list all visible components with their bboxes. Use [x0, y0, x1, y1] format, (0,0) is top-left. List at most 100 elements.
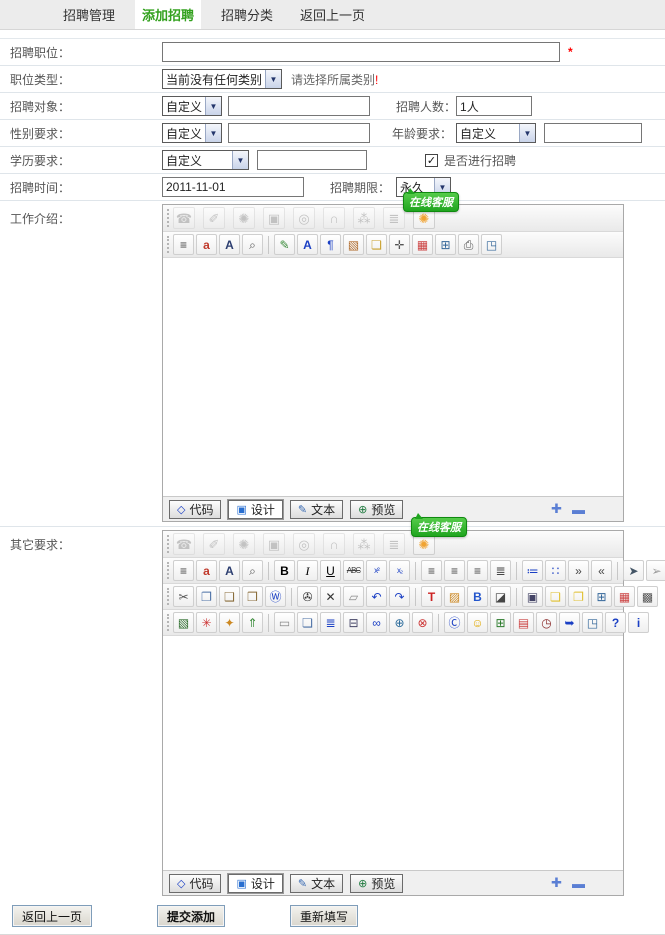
excel-icon[interactable]: ⊞	[490, 612, 511, 633]
target-select[interactable]: 自定义 ▼	[162, 96, 222, 116]
editor-tab-text[interactable]: ✎文本	[290, 874, 343, 893]
align-right-icon[interactable]: ≡	[467, 560, 488, 581]
bold-icon[interactable]: B	[274, 560, 295, 581]
paragraph-format-icon[interactable]: ≡	[173, 234, 194, 255]
info-icon[interactable]: i	[628, 612, 649, 633]
superscript-icon[interactable]: x²	[366, 560, 387, 581]
font-size-icon[interactable]: A	[219, 560, 240, 581]
bring-front-icon[interactable]: ❏	[545, 586, 566, 607]
editor-tab-text[interactable]: ✎文本	[290, 500, 343, 519]
eraser-icon[interactable]: ▱	[343, 586, 364, 607]
align-justify-icon[interactable]: ≣	[490, 560, 511, 581]
export-icon[interactable]: ➥	[559, 612, 580, 633]
tab-add-recruitment[interactable]: 添加招聘	[135, 0, 201, 29]
underline-icon[interactable]: U	[320, 560, 341, 581]
expand-editor-icon[interactable]: ✚	[551, 875, 562, 891]
editor-tab-preview[interactable]: ⊕预览	[350, 874, 403, 893]
job-intro-editor-content[interactable]	[163, 258, 623, 496]
education-select[interactable]: 自定义 ▼	[162, 150, 249, 170]
recruit-time-input[interactable]	[162, 177, 304, 197]
outdent-icon[interactable]: «	[591, 560, 612, 581]
shrink-editor-icon[interactable]: ▬	[572, 502, 585, 517]
select-cursor-alt-icon[interactable]: ➢	[646, 560, 665, 581]
border-icon[interactable]: ▣	[522, 586, 543, 607]
job-title-input[interactable]	[162, 42, 560, 62]
font-name-icon[interactable]: a	[196, 560, 217, 581]
refresh-component-icon[interactable]: Ⓒ	[444, 612, 465, 633]
font-color-icon[interactable]: A	[297, 234, 318, 255]
indent-icon[interactable]: »	[568, 560, 589, 581]
gender-custom-input[interactable]	[228, 123, 370, 143]
edit-image-icon[interactable]: ✎	[274, 234, 295, 255]
remove-link-icon[interactable]: ⊗	[412, 612, 433, 633]
paste-word-icon[interactable]: Ⓦ	[265, 586, 286, 607]
table-icon[interactable]: ⊞	[435, 234, 456, 255]
online-service-badge[interactable]: 在线客服	[403, 192, 459, 212]
delete-icon[interactable]: ✕	[320, 586, 341, 607]
send-back-icon[interactable]: ❐	[568, 586, 589, 607]
zoom-icon[interactable]: ⌕	[242, 234, 263, 255]
editor-tab-design[interactable]: ▣设计	[228, 500, 282, 519]
editor-tab-preview[interactable]: ⊕预览	[350, 500, 403, 519]
align-left-icon[interactable]: ≡	[421, 560, 442, 581]
upload-icon[interactable]: ⇑	[242, 612, 263, 633]
editor-tab-design[interactable]: ▣设计	[228, 874, 282, 893]
editor-tab-code[interactable]: ◇代码	[169, 500, 221, 519]
insert-image-icon[interactable]: ▧	[173, 612, 194, 633]
insert-table-icon[interactable]: ⊞	[591, 586, 612, 607]
tab-recruitment-category[interactable]: 招聘分类	[214, 0, 280, 29]
textbox-icon[interactable]: ⊟	[343, 612, 364, 633]
gender-select[interactable]: 自定义 ▼	[162, 123, 222, 143]
italic-icon[interactable]: I	[297, 560, 318, 581]
fullscreen-icon[interactable]: ◳	[481, 234, 502, 255]
undo-icon[interactable]: ↶	[366, 586, 387, 607]
paragraph-format-icon[interactable]: ≡	[173, 560, 194, 581]
editor-tab-code[interactable]: ◇代码	[169, 874, 221, 893]
form-fields-icon[interactable]: ≣	[320, 612, 341, 633]
tools-icon[interactable]: ✛	[389, 234, 410, 255]
emoticon-icon[interactable]: ☺	[467, 612, 488, 633]
select-all-icon[interactable]: ▩	[637, 586, 658, 607]
strikethrough-icon[interactable]: ABC	[343, 560, 364, 581]
paste-special-icon[interactable]: ❒	[242, 586, 263, 607]
component-doc-icon[interactable]: ❏	[297, 612, 318, 633]
education-custom-input[interactable]	[257, 150, 367, 170]
highlight-color-icon[interactable]: B	[467, 586, 488, 607]
paste-icon[interactable]: ❑	[219, 586, 240, 607]
weblink-globe-icon[interactable]: ⊕	[389, 612, 410, 633]
clock-icon[interactable]: ◷	[536, 612, 557, 633]
insert-image-icon[interactable]: ▧	[343, 234, 364, 255]
hyperlink-icon[interactable]: ∞	[366, 612, 387, 633]
expand-editor-icon[interactable]: ✚	[551, 501, 562, 517]
paragraph-mark-icon[interactable]: ¶	[320, 234, 341, 255]
calendar-icon[interactable]: ▤	[513, 612, 534, 633]
cut-icon[interactable]: ✂	[173, 586, 194, 607]
shrink-editor-icon[interactable]: ▬	[572, 876, 585, 891]
font-name-icon[interactable]: a	[196, 234, 217, 255]
redo-icon[interactable]: ↷	[389, 586, 410, 607]
headcount-input[interactable]	[456, 96, 532, 116]
select-cursor-icon[interactable]: ➤	[623, 560, 644, 581]
fireworks-icon[interactable]: ✳	[196, 612, 217, 633]
tab-back-previous-page[interactable]: 返回上一页	[293, 0, 372, 29]
subscript-icon[interactable]: x₂	[389, 560, 410, 581]
reset-button[interactable]: 重新填写	[290, 905, 358, 927]
submit-add-button[interactable]: 提交添加	[157, 905, 225, 927]
fill-color-icon[interactable]: ▨	[444, 586, 465, 607]
tab-recruitment-management[interactable]: 招聘管理	[56, 0, 122, 29]
zoom-icon[interactable]: ⌕	[242, 560, 263, 581]
find-icon[interactable]: ✇	[297, 586, 318, 607]
gradient-icon[interactable]: ◪	[490, 586, 511, 607]
align-center-icon[interactable]: ≡	[444, 560, 465, 581]
online-service-badge[interactable]: 在线客服	[411, 517, 467, 537]
recruiting-checkbox[interactable]: ✓	[425, 154, 438, 167]
job-type-select[interactable]: 当前没有任何类别 ▼	[162, 69, 282, 89]
marquee-icon[interactable]: ▦	[614, 586, 635, 607]
fullscreen-icon[interactable]: ◳	[582, 612, 603, 633]
back-button[interactable]: 返回上一页	[12, 905, 92, 927]
text-color-icon[interactable]: T	[421, 586, 442, 607]
target-custom-input[interactable]	[228, 96, 370, 116]
print-icon[interactable]: ⎙	[458, 234, 479, 255]
other-req-editor-content[interactable]	[163, 636, 623, 870]
age-select[interactable]: 自定义 ▼	[456, 123, 536, 143]
